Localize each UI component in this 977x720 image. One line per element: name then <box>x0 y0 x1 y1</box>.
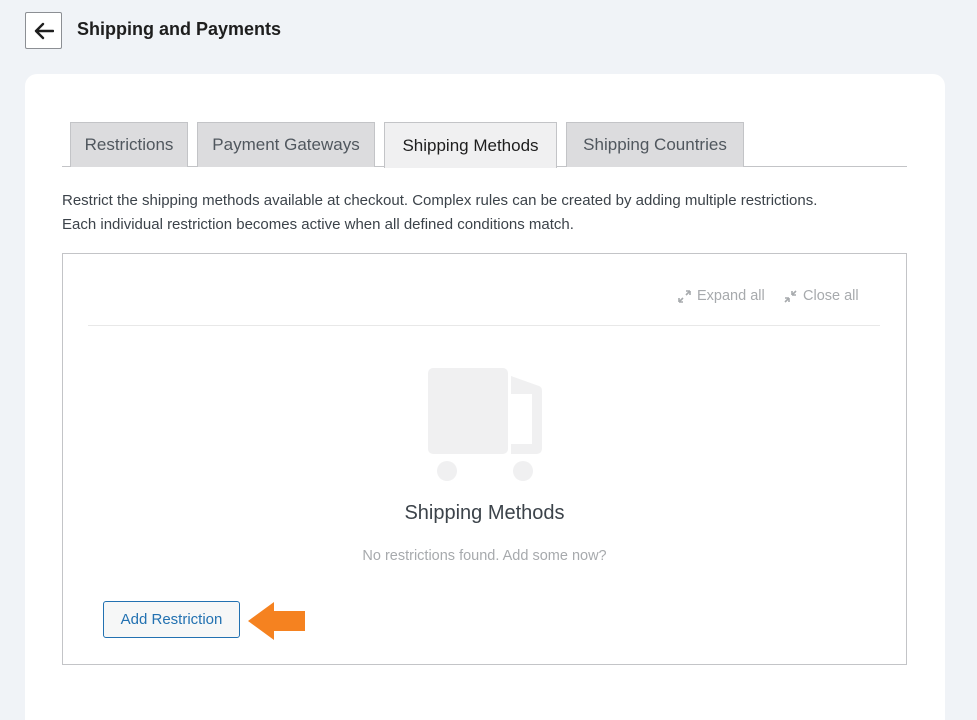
tab-shipping-countries[interactable]: Shipping Countries <box>566 122 744 167</box>
description-line-2: Each individual restriction becomes acti… <box>62 216 574 233</box>
expand-all-link[interactable]: Expand all <box>678 288 765 304</box>
top-bar: Shipping and Payments <box>0 0 977 60</box>
settings-card: Restrictions Payment Gateways Shipping M… <box>25 74 945 720</box>
restrictions-panel: Expand all Close all Shipping Methods No… <box>62 253 907 665</box>
back-button[interactable] <box>25 12 62 49</box>
truck-icon <box>428 368 542 481</box>
close-all-label: Close all <box>803 288 859 304</box>
callout-arrow-icon <box>248 602 305 640</box>
page-title: Shipping and Payments <box>77 19 282 39</box>
arrow-left-icon <box>34 22 54 39</box>
panel-toolbar: Expand all Close all <box>88 284 880 326</box>
tab-bar: Restrictions Payment Gateways Shipping M… <box>62 122 907 168</box>
close-all-link[interactable]: Close all <box>784 288 859 304</box>
empty-state-title: Shipping Methods <box>404 502 565 524</box>
expand-icon <box>678 289 691 303</box>
tab-shipping-methods[interactable]: Shipping Methods <box>384 122 557 168</box>
empty-state-subtitle: No restrictions found. Add some now? <box>362 548 607 564</box>
collapse-icon <box>784 289 797 303</box>
tab-restrictions[interactable]: Restrictions <box>70 122 188 167</box>
tab-payment-gateways[interactable]: Payment Gateways <box>197 122 375 167</box>
description-line-1: Restrict the shipping methods available … <box>62 192 818 209</box>
tab-description: Restrict the shipping methods available … <box>62 189 922 237</box>
expand-all-label: Expand all <box>697 288 765 304</box>
add-restriction-button[interactable]: Add Restriction <box>103 601 240 638</box>
